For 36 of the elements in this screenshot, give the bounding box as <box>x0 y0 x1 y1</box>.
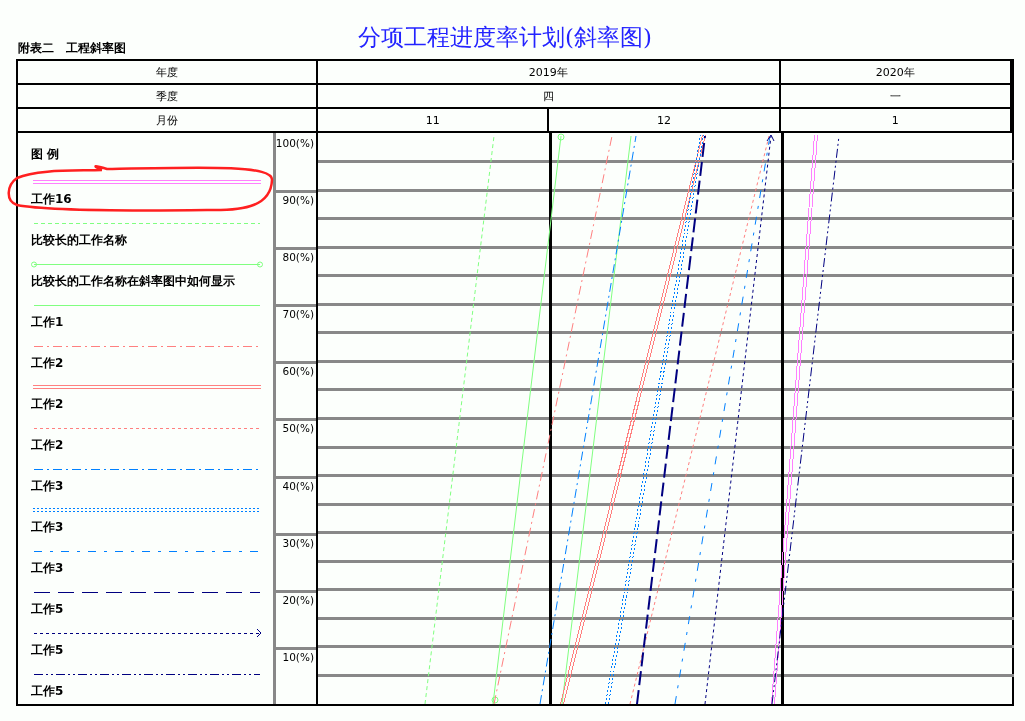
legend-label: 工作3 <box>31 519 65 535</box>
axis-label: 40(%) <box>282 479 314 492</box>
header-cell: 年度 <box>18 61 318 85</box>
legend-label: 工作3 <box>31 478 65 494</box>
legend-label: 工作1 <box>31 314 65 330</box>
axis-label: 80(%) <box>282 251 314 264</box>
header-cell: 四 <box>318 85 781 109</box>
legend-label: 工作2 <box>31 396 65 412</box>
axis-label: 90(%) <box>282 194 314 207</box>
header-cell: 12 <box>549 109 781 133</box>
legend-label: 工作2 <box>31 355 65 371</box>
legend-label: 工作5 <box>31 683 65 699</box>
header-cell: 月份 <box>18 109 318 133</box>
legend-label: 比较长的工作名称在斜率图中如何显示 <box>31 273 236 289</box>
axis-label: 50(%) <box>282 422 314 435</box>
header-cell: 11 <box>318 109 550 133</box>
legend-title: 图 例 <box>31 146 61 163</box>
chart-title: 分项工程进度率计划(斜率图) <box>358 23 652 52</box>
axis-label: 30(%) <box>282 536 314 549</box>
header-cell: 2019年 <box>318 61 781 85</box>
header-cell: 2020年 <box>780 61 1012 85</box>
header-cell: 一 <box>780 85 1012 109</box>
table-caption: 附表二 工程斜率图 <box>18 40 126 57</box>
axis-label: 60(%) <box>282 365 314 378</box>
axis-label: 10(%) <box>282 650 314 663</box>
legend-label: 工作3 <box>31 560 65 576</box>
axis-label: 20(%) <box>282 593 314 606</box>
header-cell: 1 <box>780 109 1012 133</box>
header-cell: 季度 <box>18 85 318 109</box>
legend-label: 工作2 <box>31 437 65 453</box>
legend-label: 工作16 <box>31 191 73 207</box>
axis-label: 100(%) <box>275 137 314 149</box>
axis-label: 70(%) <box>282 308 314 321</box>
legend-label: 工作5 <box>31 601 65 617</box>
legend-label: 比较长的工作名称 <box>31 232 128 248</box>
legend-label: 工作5 <box>31 642 65 658</box>
